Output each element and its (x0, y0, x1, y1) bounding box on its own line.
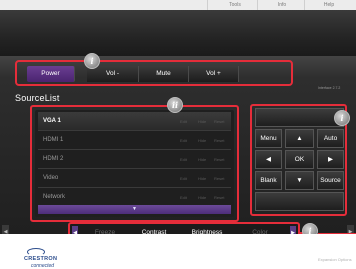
source-reset-link[interactable]: Reset (214, 169, 224, 188)
source-edit-link[interactable]: Edit (180, 169, 187, 188)
source-item-vga1[interactable]: VGA 1 Edit Hide Reset (38, 112, 231, 131)
right-arrow-button[interactable]: ▶ (317, 150, 344, 169)
tab-info[interactable]: Info (260, 0, 304, 10)
callout-badge-power: i (84, 53, 100, 69)
blank-button[interactable]: Blank (255, 171, 282, 190)
source-item-hdmi2[interactable]: HDMI 2 Edit Hide Reset (38, 150, 231, 169)
up-arrow-button[interactable]: ▲ (285, 129, 314, 148)
callout-badge-remote: i (334, 110, 350, 126)
source-item-hdmi1[interactable]: HDMI 1 Edit Hide Reset (38, 131, 231, 150)
menu-button[interactable]: Menu (255, 129, 282, 148)
projector-control-page: Tools Info Help Power Vol - Mute Vol + i… (0, 0, 356, 269)
power-button[interactable]: Power (27, 66, 75, 82)
source-item-label: VGA 1 (43, 118, 61, 124)
volume-up-button[interactable]: Vol + (189, 66, 239, 82)
down-arrow-button[interactable]: ▼ (285, 171, 314, 190)
source-reset-link[interactable]: Reset (214, 112, 224, 131)
remote-blank-top-button[interactable] (255, 108, 344, 127)
auto-button[interactable]: Auto (317, 129, 344, 148)
source-edit-link[interactable]: Edit (180, 131, 187, 150)
source-button[interactable]: Source (317, 171, 344, 190)
left-arrow-button[interactable]: ◀ (255, 150, 282, 169)
menu-separator (207, 0, 208, 10)
source-list-panel: VGA 1 Edit Hide Reset HDMI 1 Edit Hide R… (30, 105, 239, 222)
top-menu-bar: Tools Info Help (0, 0, 356, 10)
menu-separator (257, 0, 258, 10)
source-list: VGA 1 Edit Hide Reset HDMI 1 Edit Hide R… (35, 110, 234, 217)
source-hide-link[interactable]: Hide (198, 112, 206, 131)
source-item-label: HDMI 1 (43, 137, 64, 143)
header-band (0, 10, 356, 56)
source-list-title: SourceList (15, 93, 60, 103)
tab-tools[interactable]: Tools (213, 0, 257, 10)
mute-button[interactable]: Mute (139, 66, 189, 82)
interface-version: Interface 2.7.2 (318, 86, 341, 90)
crestron-logo-mark (27, 248, 45, 256)
source-hide-link[interactable]: Hide (198, 131, 206, 150)
ok-button[interactable]: OK (285, 150, 314, 169)
source-edit-link[interactable]: Edit (180, 112, 187, 131)
power-volume-panel: Power Vol - Mute Vol + (15, 60, 293, 86)
source-item-label: Video (43, 175, 59, 181)
remote-control-panel: Menu ▲ Auto ◀ OK ▶ Blank ▼ Source (250, 104, 347, 216)
logo-subtext: connected (31, 263, 55, 269)
source-reset-link[interactable]: Reset (214, 150, 224, 169)
scroll-down-arrow-icon: ▼ (132, 206, 137, 212)
source-item-label: HDMI 2 (43, 156, 64, 162)
source-scroll-down[interactable]: ▼ (38, 205, 231, 214)
source-edit-link[interactable]: Edit (180, 150, 187, 169)
source-reset-link[interactable]: Reset (214, 131, 224, 150)
source-hide-link[interactable]: Hide (198, 169, 206, 188)
source-item-video[interactable]: Video Edit Hide Reset (38, 169, 231, 188)
source-hide-link[interactable]: Hide (198, 150, 206, 169)
callout-badge-source-list: ii (167, 97, 183, 113)
remote-blank-bottom-button[interactable] (255, 192, 344, 211)
logo-text: CRESTRON (24, 256, 58, 262)
expansion-options-link[interactable]: Expansion Options (318, 257, 352, 262)
menu-separator (304, 0, 305, 10)
tab-help[interactable]: Help (307, 0, 351, 10)
